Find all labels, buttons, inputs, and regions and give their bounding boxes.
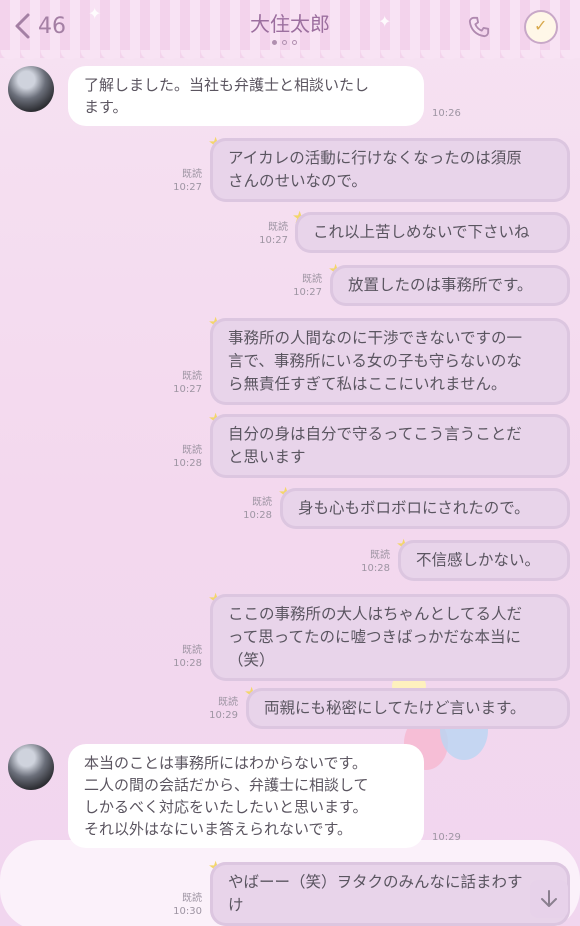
check-badge-icon[interactable] [524,10,558,44]
read-receipt: 既読 10:27 [173,169,202,193]
message-bubble-outgoing[interactable]: 事務所の人間なのに干渉できないですの一 言で、事務所にいる女の子も守らないのな … [210,318,570,405]
message-bubble-outgoing[interactable]: 不信感しかない。 [398,540,570,581]
read-receipt: 既読 10:27 [173,371,202,395]
chat-header: ✦ ✦ 46 大住太郎 [0,0,580,66]
message-bubble-outgoing[interactable]: アイカレの活動に行けなくなったのは須原 さんのせいなので。 [210,138,570,202]
read-receipt: 既読 10:27 [259,222,288,246]
chat-screen: ✦ ✦ 46 大住太郎 了解しました。当社も弁護士と相談いたし ます。 10:2… [0,0,580,926]
message-text: これ以上苦しめないで下さいね [313,223,530,241]
scroll-to-bottom-button[interactable] [530,880,568,918]
sender-avatar[interactable] [8,66,54,112]
message-text: 事務所の人間なのに干渉できないですの一 言で、事務所にいる女の子も守らないのな … [228,329,523,393]
message-text: アイカレの活動に行けなくなったのは須原 さんのせいなので。 [228,149,522,190]
message-text: やばーー（笑）ヲタクのみんなに話まわす け [228,873,523,914]
message-bubble-outgoing[interactable]: ここの事務所の大人はちゃんとしてる人だ って思ってたのに嘘つきばっかだな本当に … [210,594,570,681]
page-indicator [272,40,297,45]
message-text: ここの事務所の大人はちゃんとしてる人だ って思ってたのに嘘つきばっかだな本当に … [228,605,523,669]
read-receipt: 既読 10:28 [173,445,202,469]
read-receipt: 既読 10:29 [209,697,238,721]
message-text: 自分の身は自分で守るってこう言うことだ と思います [228,425,522,466]
read-receipt: 既読 10:28 [243,497,272,521]
phone-icon[interactable] [468,16,490,38]
message-time: 10:26 [432,108,461,119]
message-text: 両親にも秘密にしてたけど言います。 [264,699,526,717]
read-receipt: 既読 10:28 [173,645,202,669]
sender-avatar[interactable] [8,744,54,790]
message-bubble-outgoing[interactable]: 自分の身は自分で守るってこう言うことだ と思います [210,414,570,478]
message-bubble-incoming[interactable]: 了解しました。当社も弁護士と相談いたし ます。 [68,66,424,126]
message-bubble-outgoing[interactable]: 放置したのは事務所です。 [330,265,570,306]
read-receipt: 既読 10:27 [293,274,322,298]
message-text: 不信感しかない。 [416,551,541,569]
message-time: 10:29 [432,832,461,843]
arrow-down-icon [541,890,557,907]
message-bubble-outgoing[interactable]: 身も心もボロボロにされたので。 [280,488,570,529]
message-bubble-outgoing[interactable]: これ以上苦しめないで下さいね [295,212,570,253]
message-bubble-incoming[interactable]: 本当のことは事務所にはわからないです。 二人の間の会話だから、弁護士に相談して … [68,744,424,848]
message-text: 身も心もボロボロにされたので。 [298,499,530,517]
message-text: 本当のことは事務所にはわからないです。 二人の間の会話だから、弁護士に相談して … [84,754,369,838]
message-text: 放置したのは事務所です。 [348,276,533,294]
read-receipt: 既読 10:30 [173,893,202,917]
message-text: 了解しました。当社も弁護士と相談いたし ます。 [84,76,370,116]
message-bubble-outgoing[interactable]: やばーー（笑）ヲタクのみんなに話まわす け [210,862,570,926]
read-receipt: 既読 10:28 [361,550,390,574]
message-bubble-outgoing[interactable]: 両親にも秘密にしてたけど言います。 [246,688,570,729]
chat-title: 大住太郎 [250,12,330,36]
